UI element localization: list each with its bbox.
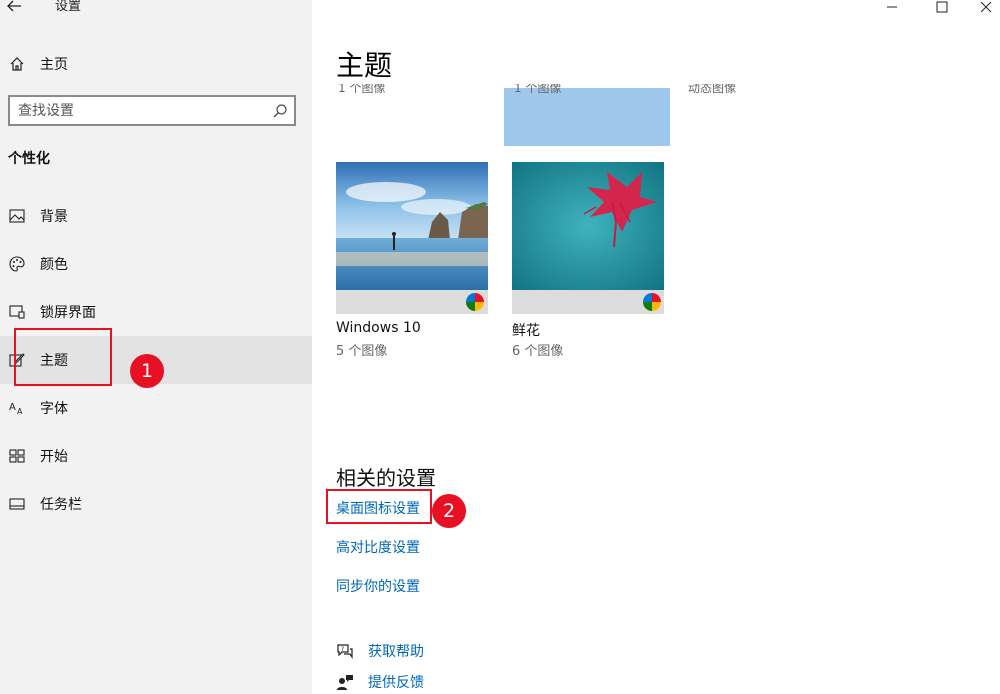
close-button[interactable] [972, 0, 1000, 14]
theme-count: 5 个图像 [336, 344, 388, 359]
sidebar-item-start[interactable]: 开始 [0, 432, 312, 480]
taskbar-icon [8, 495, 26, 513]
search-input[interactable] [18, 102, 268, 120]
sidebar-item-label: 背景 [40, 209, 68, 225]
search-icon[interactable] [272, 103, 288, 119]
sync-settings-link[interactable]: 同步你的设置 [336, 576, 420, 596]
search-box[interactable] [8, 95, 296, 126]
font-icon: AA [8, 399, 26, 417]
home-icon [8, 55, 26, 73]
sidebar-item-background[interactable]: 背景 [0, 192, 312, 240]
help-chat-icon: ? [337, 644, 353, 659]
theme-thumbnail[interactable] [504, 88, 670, 146]
maximize-button[interactable] [928, 0, 956, 14]
sidebar-item-label: 开始 [40, 449, 68, 465]
theme-thumbnail-windows10[interactable] [336, 162, 488, 290]
theme-info-bar [512, 290, 664, 314]
feedback-person-icon [337, 675, 353, 690]
page-title: 主题 [336, 49, 393, 82]
main-content: 主题 1 个图像 1 个图像 动态图像 Windows 10 5 个图像 鲜花 … [312, 0, 1000, 694]
svg-text:A: A [9, 402, 16, 413]
high-contrast-settings-link[interactable]: 高对比度设置 [336, 537, 420, 557]
sidebar-item-colors[interactable]: 颜色 [0, 240, 312, 288]
lock-screen-icon [8, 303, 26, 321]
theme-count: 1 个图像 [338, 84, 386, 94]
minimize-icon [887, 6, 897, 8]
svg-text:?: ? [341, 646, 344, 653]
svg-text:A: A [17, 407, 23, 415]
annotation-box-1 [14, 328, 112, 386]
theme-count: 1 个图像 [514, 84, 562, 94]
app-title: 设置 [55, 0, 82, 14]
beach-wallpaper-image [336, 162, 488, 290]
annotation-marker-1: 1 [130, 354, 164, 388]
sidebar-item-fonts[interactable]: AA 字体 [0, 384, 312, 432]
theme-name: Windows 10 [336, 320, 421, 336]
theme-count: 6 个图像 [512, 344, 564, 359]
sidebar-item-label: 字体 [40, 401, 68, 417]
back-button[interactable] [6, 0, 28, 16]
sidebar-item-label: 锁屏界面 [40, 305, 96, 321]
minimize-button[interactable] [878, 0, 906, 14]
related-settings-heading: 相关的设置 [336, 466, 436, 490]
theme-count: 动态图像 [688, 84, 737, 94]
annotation-box-2 [326, 489, 432, 524]
feedback-label: 提供反馈 [368, 675, 424, 691]
sidebar-item-label: 颜色 [40, 257, 68, 273]
sidebar-item-taskbar[interactable]: 任务栏 [0, 480, 312, 528]
color-palette-icon [466, 293, 484, 311]
start-icon [8, 447, 26, 465]
theme-name: 鲜花 [512, 323, 540, 339]
close-icon [980, 1, 992, 13]
annotation-marker-2: 2 [432, 494, 466, 528]
back-arrow-icon [7, 0, 21, 12]
feedback-link[interactable]: 提供反馈 [336, 671, 424, 693]
color-palette-icon [643, 293, 661, 311]
sidebar-item-home[interactable]: 主页 [0, 40, 312, 88]
flower-wallpaper-image [512, 162, 664, 290]
theme-thumbnail-flowers[interactable] [512, 162, 664, 290]
help-label: 获取帮助 [368, 644, 424, 660]
section-label: 个性化 [8, 151, 50, 167]
get-help-link[interactable]: ? 获取帮助 [336, 640, 424, 662]
sidebar-item-label: 主页 [40, 57, 68, 73]
maximize-icon [936, 1, 948, 13]
picture-icon [8, 207, 26, 225]
palette-icon [8, 255, 26, 273]
sidebar-item-label: 任务栏 [40, 497, 82, 513]
